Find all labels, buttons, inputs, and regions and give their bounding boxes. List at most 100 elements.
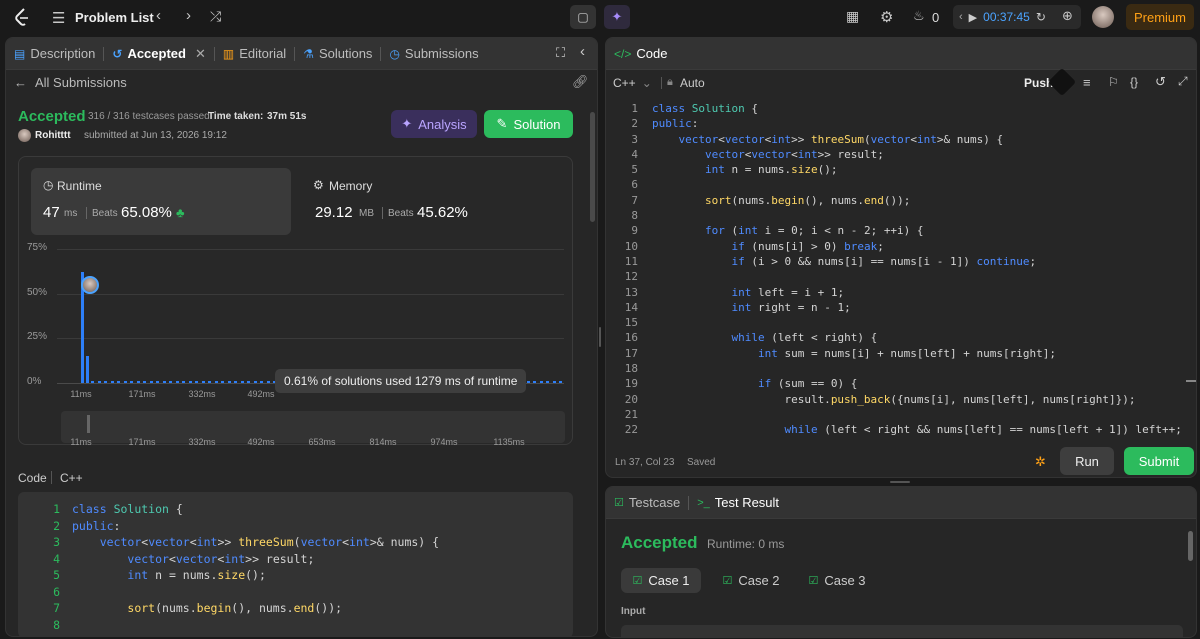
leetcode-logo[interactable] xyxy=(12,7,32,27)
chart-bar[interactable] xyxy=(552,381,556,383)
chart-bar[interactable] xyxy=(104,381,107,383)
braces-icon[interactable]: {} xyxy=(1130,75,1138,89)
memory-card[interactable]: ⚙ Memory 29.12 MB Beats 45.62% xyxy=(303,168,563,235)
format-icon[interactable]: ≡ xyxy=(1083,75,1091,90)
navigator-tick: 11ms xyxy=(70,437,92,447)
collapse-panel-icon[interactable]: ‹ xyxy=(580,43,585,60)
navigator-tick: 814ms xyxy=(369,437,397,447)
result-scrollbar[interactable] xyxy=(1188,531,1193,561)
run-button[interactable]: Run xyxy=(1060,447,1114,475)
chart-bar[interactable] xyxy=(117,381,120,383)
chart-bar[interactable] xyxy=(260,381,263,383)
code-text: sort(nums.begin(), nums.end()); xyxy=(704,193,911,207)
chart-bar[interactable] xyxy=(123,381,127,383)
timer-collapse-icon[interactable]: ‹ xyxy=(959,11,963,23)
chart-bar[interactable] xyxy=(182,381,185,383)
chart-bar[interactable] xyxy=(253,381,257,383)
problem-list-link[interactable]: Problem List xyxy=(75,10,154,25)
settings-gear-icon[interactable]: ⚙ xyxy=(880,8,893,26)
chart-bar[interactable] xyxy=(201,381,205,383)
chart-bar[interactable] xyxy=(539,381,543,383)
debug-icon[interactable]: ✲ xyxy=(1035,454,1046,470)
auto-label[interactable]: Auto xyxy=(680,76,705,90)
line-number: 1 xyxy=(631,102,638,115)
code-editor[interactable]: 1 class Solution {2 public: 3 vector<vector… xyxy=(606,98,1196,438)
timer-reset-icon[interactable]: ↻ xyxy=(1036,10,1046,24)
chart-bar[interactable] xyxy=(559,381,562,383)
add-friend-icon[interactable]: ⊕ xyxy=(1062,8,1073,24)
chart-bar[interactable] xyxy=(526,381,530,383)
chart-bar[interactable] xyxy=(240,381,244,383)
left-panel: ▤ Description ↺ Accepted ✕ ▥ Editorial ⚗… xyxy=(5,37,598,637)
editor-resize-handle[interactable] xyxy=(890,481,910,483)
back-to-submissions[interactable]: ← All Submissions xyxy=(14,75,127,90)
chart-bar[interactable] xyxy=(149,381,153,383)
line-number: 12 xyxy=(624,270,638,284)
chart-bar[interactable] xyxy=(208,381,211,383)
case-1-tab[interactable]: ☑ Case 1 xyxy=(621,568,701,593)
tab-editorial[interactable]: ▥ Editorial xyxy=(215,38,294,69)
next-problem-icon[interactable]: › xyxy=(186,7,191,24)
chart-bar[interactable] xyxy=(227,381,231,383)
git-icon[interactable] xyxy=(1047,67,1077,97)
chart-bar[interactable] xyxy=(214,381,218,383)
editor-scroll-marker[interactable] xyxy=(1186,380,1196,382)
tab-solutions[interactable]: ⚗ Solutions xyxy=(295,38,380,69)
problem-list-icon[interactable]: ☰ xyxy=(52,9,65,27)
chart-bar[interactable] xyxy=(156,381,159,383)
chart-bar[interactable] xyxy=(533,381,536,383)
bookmark-icon[interactable]: ⚐ xyxy=(1108,75,1119,89)
chart-bar[interactable] xyxy=(110,381,114,383)
chart-bar[interactable] xyxy=(188,381,192,383)
code-text: while (left < right) { xyxy=(731,331,878,345)
tab-submissions[interactable]: ◷ Submissions xyxy=(381,38,486,69)
case-2-tab[interactable]: ☑ Case 2 xyxy=(711,568,791,593)
chart-bar[interactable] xyxy=(195,381,198,383)
chart-bar[interactable] xyxy=(136,381,140,383)
avatar[interactable] xyxy=(1092,6,1114,28)
language-select[interactable]: C++ ⌄ xyxy=(613,76,652,90)
layout-icon[interactable]: ▦ xyxy=(846,8,859,25)
chart-bar[interactable] xyxy=(97,381,101,383)
chart-bar[interactable] xyxy=(86,356,89,383)
reset-icon[interactable]: ↺ xyxy=(1155,74,1166,90)
chart-bar[interactable] xyxy=(247,381,250,383)
fullscreen-icon[interactable]: ⤢ xyxy=(1178,74,1188,89)
prev-problem-icon[interactable]: ‹ xyxy=(156,7,161,24)
chart-bar[interactable] xyxy=(162,381,166,383)
chart-bar[interactable] xyxy=(130,381,133,383)
sparkle-icon: ✦ xyxy=(611,9,623,24)
chart-bar[interactable] xyxy=(175,381,179,383)
submit-button[interactable]: Submit xyxy=(1124,447,1194,475)
close-tab-icon[interactable]: ✕ xyxy=(195,46,206,62)
chart-bar[interactable] xyxy=(91,381,94,383)
submitter-name[interactable]: Rohitttt xyxy=(35,130,71,141)
chart-bar[interactable] xyxy=(234,381,237,383)
chart-bar[interactable] xyxy=(546,381,549,383)
range-handle[interactable] xyxy=(87,415,90,433)
panel-resize-handle[interactable] xyxy=(599,327,601,347)
streak-flame-icon[interactable]: ♨ xyxy=(913,8,925,24)
chart-bar[interactable] xyxy=(221,381,224,383)
tab-test-result[interactable]: >_ Test Result xyxy=(689,487,787,518)
timer-play-icon[interactable]: ▶ xyxy=(969,11,977,24)
tab-testcase[interactable]: ☑ Testcase xyxy=(606,487,688,518)
ai-assist-button[interactable]: ✦ xyxy=(604,5,630,29)
solution-button[interactable]: ✎ Solution xyxy=(484,110,573,138)
shuffle-icon[interactable]: ⤮ xyxy=(210,8,221,25)
chart-bar[interactable] xyxy=(266,381,270,383)
notes-button[interactable]: ▢ xyxy=(570,5,596,29)
analysis-button[interactable]: ✦ Analysis xyxy=(391,110,477,138)
tab-accepted[interactable]: ↺ Accepted ✕ xyxy=(104,38,214,69)
lock-icon: 🔒︎ xyxy=(667,76,673,88)
runtime-card[interactable]: ◷ Runtime 47 ms Beats 65.08% ♣ xyxy=(31,168,291,235)
left-panel-scrollbar[interactable] xyxy=(590,112,595,222)
tab-code[interactable]: </> Code xyxy=(606,38,675,69)
chart-bar[interactable] xyxy=(169,381,172,383)
link-icon[interactable]: 🔗︎ xyxy=(572,74,589,90)
case-3-tab[interactable]: ☑ Case 3 xyxy=(797,568,877,593)
premium-button[interactable]: Premium xyxy=(1126,4,1194,30)
maximize-icon[interactable]: ⛶ xyxy=(556,45,565,61)
tab-description[interactable]: ▤ Description xyxy=(6,38,103,69)
chart-bar[interactable] xyxy=(143,381,146,383)
